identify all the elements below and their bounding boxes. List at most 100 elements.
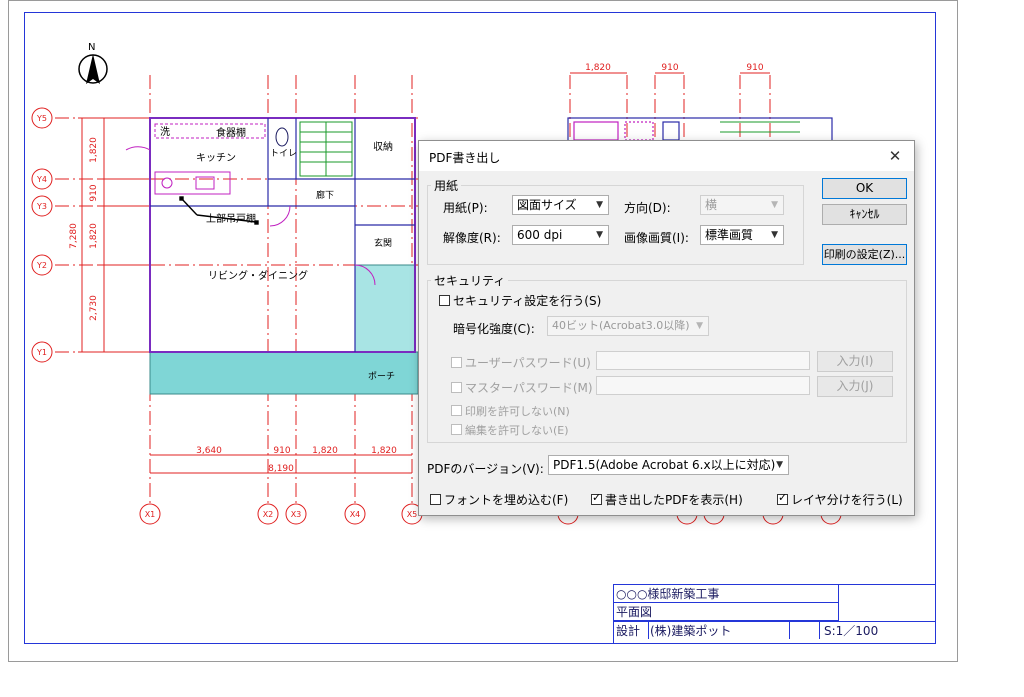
north-arrow-icon: N — [78, 42, 108, 84]
show-pdf-label: 書き出したPDFを表示(H) — [605, 493, 743, 507]
no-print-checkbox[interactable]: 印刷を許可しない(N) — [451, 403, 570, 419]
no-edit-label: 編集を許可しない(E) — [465, 424, 569, 437]
title-scale: S:1／100 — [819, 622, 878, 639]
no-edit-checkbox-box — [451, 424, 462, 435]
encryption-label: 暗号化強度(C): — [453, 322, 535, 336]
paper-group-label: 用紙 — [431, 177, 462, 194]
room-label-toilet: トイレ — [270, 149, 297, 159]
input-user-password-button[interactable]: 入力(I) — [817, 351, 893, 372]
embed-fonts-checkbox-box[interactable] — [430, 494, 441, 505]
paper-label: 用紙(P): — [443, 201, 488, 215]
resolution-select-value: 600 dpi — [517, 228, 563, 242]
pdf-version-select[interactable]: PDF1.5(Adobe Acrobat 6.x以上に対応) ▼ — [548, 455, 789, 475]
orientation-select-value: 横 — [705, 198, 718, 212]
ok-button[interactable]: OK — [822, 178, 907, 199]
pdf-version-label: PDFのバージョン(V): — [427, 462, 544, 476]
grid-label-x3: X3 — [291, 510, 302, 519]
show-pdf-checkbox[interactable]: ✓ 書き出したPDFを表示(H) — [591, 491, 743, 508]
no-print-label: 印刷を許可しない(N) — [465, 405, 570, 418]
print-settings-button[interactable]: 印刷の設定(Z)... — [822, 244, 907, 265]
dim-left-4: 2,730 — [89, 295, 99, 321]
image-quality-label: 画像画質(I): — [624, 231, 689, 245]
no-print-checkbox-box — [451, 405, 462, 416]
orientation-label: 方向(D): — [624, 201, 671, 215]
master-password-label: マスターパスワード(M) — [465, 381, 593, 395]
room-label-porch: ポーチ — [368, 371, 395, 382]
split-layers-label: レイヤ分けを行う(L) — [791, 493, 903, 507]
dim-bottom-4: 1,820 — [371, 446, 397, 456]
room-label-kitchen: キッチン — [196, 152, 236, 164]
room-label-entrance: 玄関 — [374, 237, 392, 249]
pdf-export-dialog: PDF書き出し ✕ 用紙 用紙(P): 図面サイズ ▼ 方向(D): 横 ▼ 解… — [418, 140, 915, 516]
dialog-titlebar[interactable]: PDF書き出し ✕ — [419, 141, 914, 171]
cancel-button[interactable]: ｷｬﾝｾﾙ — [822, 204, 907, 225]
grid-label-x4: X4 — [350, 510, 361, 519]
title-project: ○○○様邸新築工事 — [616, 587, 720, 601]
grid-label-y4: Y4 — [36, 175, 47, 184]
room-label-closet: 収納 — [373, 140, 393, 153]
title-designer-label: 設計 — [614, 622, 649, 639]
embed-fonts-label: フォントを埋め込む(F) — [444, 493, 569, 507]
chevron-down-icon: ▼ — [596, 230, 603, 240]
master-password-checkbox[interactable]: マスターパスワード(M) — [451, 379, 593, 396]
split-layers-checkbox[interactable]: ✓ レイヤ分けを行う(L) — [777, 491, 903, 508]
encryption-select[interactable]: 40ビット(Acrobat3.0以降) ▼ — [547, 316, 709, 336]
security-checkbox-label: セキュリティ設定を行う(S) — [453, 294, 602, 308]
input-master-password-button[interactable]: 入力(J) — [817, 376, 893, 397]
image-quality-select[interactable]: 標準画質 ▼ — [700, 225, 784, 245]
security-checkbox[interactable]: セキュリティ設定を行う(S) — [439, 292, 601, 309]
dim-top-3: 910 — [746, 63, 763, 73]
chevron-down-icon: ▼ — [771, 230, 778, 240]
close-icon[interactable]: ✕ — [884, 145, 906, 167]
title-company: (株)建築ポット — [650, 624, 732, 638]
grid-label-x5: X5 — [407, 510, 418, 519]
split-layers-checkbox-box[interactable]: ✓ — [777, 491, 788, 505]
dialog-title: PDF書き出し — [429, 151, 501, 165]
user-password-label: ユーザーパスワード(U) — [465, 356, 591, 370]
chevron-down-icon: ▼ — [696, 321, 703, 331]
chevron-down-icon: ▼ — [776, 460, 783, 470]
dim-left-3: 1,820 — [89, 223, 99, 249]
grid-label-x2: X2 — [263, 510, 274, 519]
dim-bottom-1: 3,640 — [196, 446, 222, 456]
grid-label-x1: X1 — [145, 510, 156, 519]
dim-bottom-total: 8,190 — [268, 464, 294, 474]
master-password-field[interactable] — [596, 376, 810, 395]
chevron-down-icon: ▼ — [596, 200, 603, 210]
room-label-living: リビング・ダイニング — [208, 269, 308, 282]
user-password-checkbox[interactable]: ユーザーパスワード(U) — [451, 354, 591, 371]
checkmark-icon: ✓ — [778, 491, 788, 504]
embed-fonts-checkbox[interactable]: フォントを埋め込む(F) — [430, 491, 568, 508]
dim-bottom-3: 1,820 — [312, 446, 338, 456]
grid-label-y1: Y1 — [36, 348, 47, 357]
dim-left-1: 1,820 — [89, 137, 99, 163]
resolution-select[interactable]: 600 dpi ▼ — [512, 225, 609, 245]
paper-select-value: 図面サイズ — [517, 198, 577, 212]
orientation-select[interactable]: 横 ▼ — [700, 195, 784, 215]
dim-top-1: 1,820 — [585, 63, 611, 73]
paper-select[interactable]: 図面サイズ ▼ — [512, 195, 609, 215]
show-pdf-checkbox-box[interactable]: ✓ — [591, 491, 602, 505]
grid-label-y2: Y2 — [36, 261, 47, 270]
resolution-label: 解像度(R): — [443, 231, 501, 245]
checkmark-icon: ✓ — [592, 491, 602, 504]
pdf-version-select-value: PDF1.5(Adobe Acrobat 6.x以上に対応) — [553, 458, 776, 472]
dim-top-2: 910 — [661, 63, 678, 73]
dim-left-total: 7,280 — [69, 223, 79, 249]
room-label-wall-cabinet: 上部吊戸棚 — [206, 212, 256, 225]
chevron-down-icon: ▼ — [771, 200, 778, 210]
image-quality-select-value: 標準画質 — [705, 228, 754, 242]
title-drawing-name: 平面図 — [616, 605, 653, 619]
encryption-select-value: 40ビット(Acrobat3.0以降) — [552, 319, 690, 332]
dim-left-2: 910 — [89, 184, 99, 201]
user-password-field[interactable] — [596, 351, 810, 370]
user-password-checkbox-box — [451, 357, 462, 368]
room-label-dish-cabinet: 食器棚 — [216, 126, 246, 139]
no-edit-checkbox[interactable]: 編集を許可しない(E) — [451, 422, 569, 438]
master-password-checkbox-box — [451, 382, 462, 393]
dim-bottom-2: 910 — [273, 446, 290, 456]
grid-label-y5: Y5 — [36, 114, 47, 123]
security-checkbox-box[interactable] — [439, 295, 450, 306]
title-block: ○○○様邸新築工事 平面図 設計 (株)建築ポット S:1／100 — [613, 584, 936, 644]
grid-label-y3: Y3 — [36, 202, 47, 211]
